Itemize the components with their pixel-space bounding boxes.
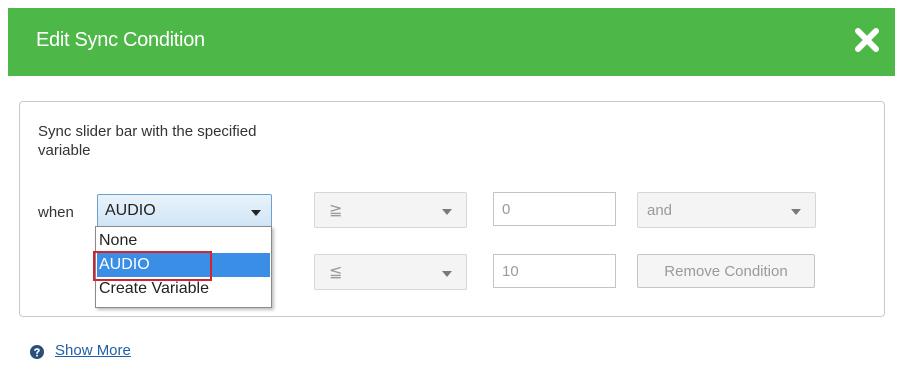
chevron-down-icon — [251, 210, 261, 216]
sync-description: Sync slider bar with the specified varia… — [38, 123, 257, 159]
show-more-link[interactable]: Show More — [55, 342, 131, 359]
question-circle-icon — [30, 345, 44, 359]
close-icon[interactable] — [849, 22, 885, 58]
value-input-2[interactable] — [493, 254, 616, 288]
logic-select[interactable]: and — [637, 192, 816, 228]
dialog-title: Edit Sync Condition — [36, 29, 205, 51]
operator-select-2[interactable]: ≦ — [314, 254, 467, 290]
remove-condition-button[interactable]: Remove Condition — [637, 254, 815, 288]
dropdown-option-audio[interactable]: AUDIO — [97, 253, 270, 277]
variable-select-value: AUDIO — [105, 202, 156, 219]
dropdown-option-none[interactable]: None — [97, 229, 270, 253]
variable-dropdown-list: None AUDIO Create Variable — [95, 226, 272, 308]
operator-select-1[interactable]: ≧ — [314, 192, 467, 228]
when-label: when — [38, 204, 74, 221]
operator-value-2: ≦ — [329, 264, 343, 281]
chevron-down-icon — [442, 271, 452, 277]
variable-select[interactable]: AUDIO — [97, 194, 272, 229]
dialog-header: Edit Sync Condition — [8, 8, 895, 76]
operator-value-1: ≧ — [329, 202, 343, 219]
value-input-1[interactable] — [493, 192, 616, 226]
logic-select-value: and — [647, 202, 673, 219]
chevron-down-icon — [791, 209, 801, 215]
chevron-down-icon — [442, 209, 452, 215]
dropdown-option-create-variable[interactable]: Create Variable — [97, 277, 270, 301]
